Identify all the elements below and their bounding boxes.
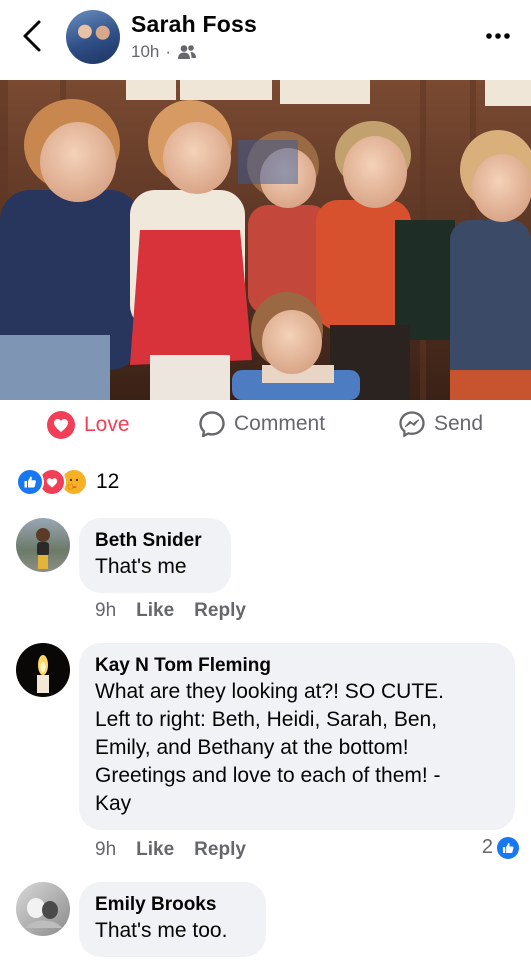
more-options-icon[interactable] — [483, 22, 513, 50]
reply-link[interactable]: Reply — [194, 839, 246, 861]
like-link[interactable]: Like — [136, 839, 174, 861]
like-reaction-icon — [497, 836, 519, 859]
commenter-name[interactable]: Emily Brooks — [95, 893, 250, 917]
commenter-name[interactable]: Beth Snider — [95, 529, 215, 553]
love-button[interactable]: Love — [46, 410, 130, 440]
comment-avatar-emily[interactable] — [16, 882, 70, 936]
reaction-summary[interactable]: 12 — [16, 468, 119, 496]
poster-name[interactable]: Sarah Foss — [131, 11, 257, 38]
like-reaction-icon — [16, 468, 44, 496]
comment-time[interactable]: 9h — [95, 839, 116, 861]
comment-text: That's me too. — [95, 919, 228, 942]
comment-reaction-count[interactable]: 2 — [482, 836, 519, 859]
comment-avatar-beth[interactable] — [16, 518, 70, 572]
heart-icon — [47, 411, 75, 439]
comment-reaction-number: 2 — [481, 836, 493, 858]
reply-link[interactable]: Reply — [194, 600, 246, 622]
comment-meta: 9h Like Reply — [95, 839, 246, 861]
love-label: Love — [84, 413, 130, 436]
comment-bubble[interactable]: Emily Brooks That's me too. — [79, 882, 266, 957]
post-action-bar: Love Comment Send — [0, 400, 531, 456]
comment-button[interactable]: Comment — [198, 410, 325, 438]
comment-text-line: Greetings and love to each of them! - — [95, 764, 441, 787]
post-header: Sarah Foss 10h · — [0, 0, 531, 80]
comment-text-line: Kay — [95, 792, 132, 815]
post-photo[interactable] — [0, 80, 531, 400]
comment-bubble[interactable]: Beth Snider That's me — [79, 518, 231, 593]
comment-text-line: Left to right: Beth, Heidi, Sarah, Ben, — [95, 708, 438, 731]
poster-avatar[interactable] — [66, 10, 120, 64]
comment-label: Comment — [234, 412, 326, 435]
comment-meta: 9h Like Reply — [95, 600, 246, 622]
comment-avatar-kay[interactable] — [16, 643, 70, 697]
comment-time[interactable]: 9h — [95, 600, 116, 622]
post-meta: 10h · — [131, 42, 197, 62]
send-button[interactable]: Send — [398, 410, 483, 438]
comment-bubble[interactable]: Kay N Tom Fleming What are they looking … — [79, 643, 515, 830]
like-link[interactable]: Like — [136, 600, 174, 622]
send-label: Send — [434, 412, 484, 435]
post-time[interactable]: 10h — [131, 42, 159, 62]
back-arrow-icon[interactable] — [18, 18, 48, 54]
commenter-name[interactable]: Kay N Tom Fleming — [95, 654, 499, 678]
messenger-icon — [399, 411, 425, 438]
meta-separator: · — [165, 42, 172, 61]
reaction-count: 12 — [96, 470, 120, 493]
comment-text-line: Emily, and Bethany at the bottom! — [95, 736, 409, 759]
friends-icon — [178, 45, 197, 59]
comment-text-line: What are they looking at?! SO CUTE. — [95, 680, 444, 703]
comment-text: That's me — [95, 555, 187, 578]
comment-icon — [199, 411, 225, 438]
